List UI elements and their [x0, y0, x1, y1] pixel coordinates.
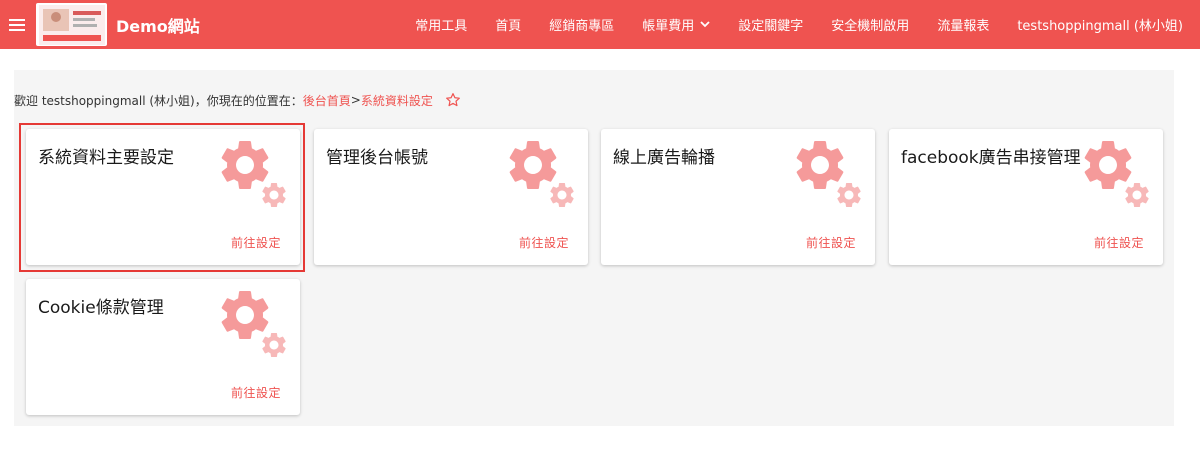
site-logo[interactable] [36, 3, 107, 46]
card-admin-accounts[interactable]: 管理後台帳號 前往設定 [314, 129, 588, 265]
card-title: 管理後台帳號 [326, 148, 428, 168]
breadcrumb-prefix: 歡迎 testshoppingmall (林小姐)，你現在的位置在： [14, 93, 303, 108]
card-title: Cookie條款管理 [38, 298, 164, 318]
nav-security[interactable]: 安全機制啟用 [817, 0, 923, 49]
nav-dealer[interactable]: 經銷商專區 [535, 0, 628, 49]
card-title: 線上廣告輪播 [613, 148, 715, 168]
hamburger-menu-icon [9, 18, 25, 31]
card-go-settings-link[interactable]: 前往設定 [231, 234, 281, 251]
menu-button[interactable] [0, 0, 34, 49]
card-title: 系統資料主要設定 [38, 148, 174, 168]
nav-tools[interactable]: 常用工具 [401, 0, 481, 49]
card-online-ad-carousel[interactable]: 線上廣告輪播 前往設定 [601, 129, 875, 265]
nav-billing[interactable]: 帳單費用 [628, 0, 724, 49]
chevron-down-icon [700, 21, 710, 28]
gear-icon [221, 291, 286, 357]
nav-user-account[interactable]: testshoppingmall (林小姐) [1003, 0, 1200, 49]
card-facebook-ads[interactable]: facebook廣告串接管理 前往設定 [889, 129, 1163, 265]
star-outline-icon[interactable] [445, 92, 461, 108]
breadcrumb: 歡迎 testshoppingmall (林小姐)，你現在的位置在： 後台首頁 … [14, 90, 461, 110]
card-go-settings-link[interactable]: 前往設定 [1094, 234, 1144, 251]
card-system-settings[interactable]: 系統資料主要設定 前往設定 [26, 129, 300, 265]
card-go-settings-link[interactable]: 前往設定 [231, 384, 281, 401]
gear-icon [221, 141, 286, 207]
site-title[interactable]: Demo網站 [116, 13, 200, 37]
top-nav: 常用工具 首頁 經銷商專區 帳單費用 設定關鍵字 安全機制啟用 流量報表 tes… [401, 0, 1200, 49]
gear-icon [796, 141, 861, 207]
nav-keywords[interactable]: 設定關鍵字 [724, 0, 817, 49]
breadcrumb-current[interactable]: 系統資料設定 [361, 92, 433, 109]
breadcrumb-separator: > [350, 93, 361, 107]
breadcrumb-home-link[interactable]: 後台首頁 [303, 92, 351, 109]
top-app-bar: Demo網站 常用工具 首頁 經銷商專區 帳單費用 設定關鍵字 安全機制啟用 流… [0, 0, 1200, 49]
card-go-settings-link[interactable]: 前往設定 [806, 234, 856, 251]
card-cookie-terms[interactable]: Cookie條款管理 前往設定 [26, 279, 300, 415]
gear-icon [1084, 141, 1149, 207]
card-go-settings-link[interactable]: 前往設定 [519, 234, 569, 251]
card-title: facebook廣告串接管理 [901, 148, 1081, 168]
nav-traffic-report[interactable]: 流量報表 [923, 0, 1003, 49]
gear-icon [509, 141, 574, 207]
logo-image-icon [38, 4, 105, 45]
nav-home[interactable]: 首頁 [481, 0, 535, 49]
